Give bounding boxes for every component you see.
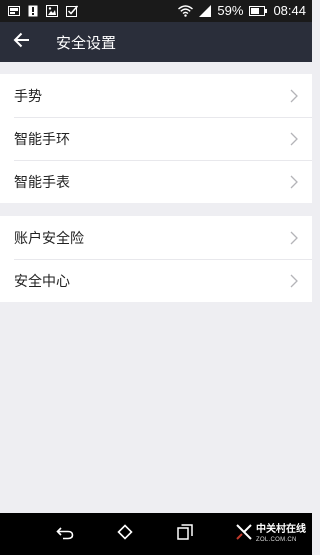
home-icon (117, 524, 133, 544)
chevron-right-icon (290, 274, 298, 288)
clock: 08:44 (273, 3, 306, 18)
settings-row-smart-band[interactable]: 智能手环 (0, 117, 312, 160)
watermark-domain: ZOL.COM.CN (256, 537, 297, 543)
watermark: 中关村在线 ZOL.COM.CN (235, 523, 306, 545)
system-status: 59% 08:44 (178, 0, 306, 22)
chevron-right-icon (290, 89, 298, 103)
back-icon (56, 525, 74, 544)
system-nav-bar: 中关村在线 ZOL.COM.CN (0, 513, 312, 555)
screen: 59% 08:44 安全设置 手势 智能手环 智能手表 账户安全险 安全中心 中… (0, 0, 312, 555)
battery-percent: 59% (217, 3, 244, 18)
row-label: 智能手环 (14, 131, 70, 148)
app-header: 安全设置 (0, 22, 312, 62)
settings-section-security: 账户安全险 安全中心 (0, 216, 312, 302)
recent-apps-icon (177, 524, 193, 544)
nav-back-button[interactable] (40, 513, 90, 555)
watermark-text: 中关村在线 ZOL.COM.CN (256, 524, 306, 544)
wifi-icon (178, 5, 194, 17)
status-bar: 59% 08:44 (0, 0, 312, 22)
alert-download-icon (28, 5, 38, 17)
row-label: 手势 (14, 88, 42, 105)
row-label: 账户安全险 (14, 230, 84, 247)
nav-home-button[interactable] (100, 513, 150, 555)
settings-row-gesture[interactable]: 手势 (0, 74, 312, 117)
watermark-brand: 中关村在线 (256, 524, 306, 535)
notification-icons (8, 5, 78, 17)
settings-row-smart-watch[interactable]: 智能手表 (0, 160, 312, 203)
chevron-right-icon (290, 231, 298, 245)
row-label: 智能手表 (14, 174, 70, 191)
settings-section-devices: 手势 智能手环 智能手表 (0, 74, 312, 203)
chevron-right-icon (290, 175, 298, 189)
back-button[interactable] (0, 22, 44, 62)
gallery-icon (46, 5, 58, 17)
row-label: 安全中心 (14, 273, 70, 290)
settings-row-account-insurance[interactable]: 账户安全险 (0, 216, 312, 259)
arrow-left-icon (13, 32, 31, 52)
screenshot-icon (8, 6, 20, 16)
settings-row-security-center[interactable]: 安全中心 (0, 259, 312, 302)
nav-recent-apps-button[interactable] (160, 513, 210, 555)
chevron-right-icon (290, 132, 298, 146)
battery-icon (249, 6, 268, 16)
zol-logo-icon (235, 523, 253, 545)
checkbox-icon (66, 5, 78, 17)
signal-icon (199, 5, 212, 17)
page-title: 安全设置 (56, 33, 117, 52)
